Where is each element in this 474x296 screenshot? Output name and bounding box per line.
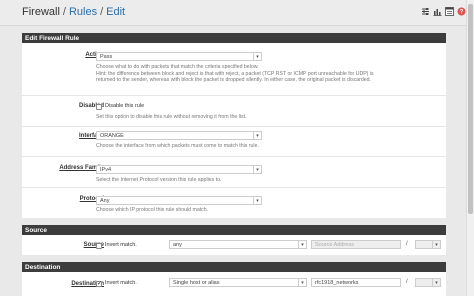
svg-text:?: ? — [460, 10, 464, 16]
breadcrumb-separator: / — [62, 6, 66, 18]
interface-help: Choose the interface from which packets … — [96, 143, 259, 149]
action-help: Choose what to do with packets that matc… — [96, 64, 374, 84]
chevron-down-icon: ▾ — [253, 132, 261, 139]
destination-mask-slash: / — [406, 279, 408, 285]
chevron-down-icon: ▾ — [253, 197, 261, 204]
bar-chart-icon[interactable] — [433, 7, 442, 16]
action-select[interactable]: Pass ▾ — [96, 52, 262, 61]
source-address-input[interactable]: Source Address — [311, 240, 401, 249]
chevron-down-icon: ▾ — [432, 279, 440, 286]
top-bar: Firewall / Rules / Edit ? — [0, 0, 474, 26]
sliders-icon[interactable] — [421, 7, 430, 16]
page-scrollbar[interactable] — [466, 0, 474, 296]
interface-select[interactable]: ORANGE ▾ — [96, 131, 262, 140]
address-family-help: Select the Internet Protocol version thi… — [96, 177, 222, 183]
source-invert-checkbox[interactable] — [96, 243, 102, 249]
breadcrumb-firewall: Firewall — [22, 6, 60, 18]
chevron-down-icon: ▾ — [253, 166, 261, 173]
disable-rule-checkbox[interactable] — [96, 104, 102, 110]
source-address-placeholder: Source Address — [315, 242, 354, 248]
breadcrumb-separator: / — [100, 6, 104, 18]
destination-panel: Destination Invert match. Single host or… — [22, 272, 446, 296]
list-icon[interactable] — [445, 7, 454, 16]
destination-header: Destination — [22, 262, 446, 272]
source-type-select[interactable]: any ▾ — [169, 240, 307, 249]
action-row: Action Pass ▾ Choose what to do with pac… — [22, 43, 446, 95]
chevron-down-icon: ▾ — [432, 241, 440, 248]
action-help-line: returned to the sender, whereas with blo… — [96, 77, 371, 83]
destination-type-value: Single host or alias — [173, 280, 220, 286]
scrollbar-thumb[interactable] — [468, 4, 473, 214]
protocol-help: Choose which IP protocol this rule shoul… — [96, 207, 209, 213]
chevron-down-icon: ▾ — [298, 241, 306, 248]
action-select-value: Pass — [100, 54, 113, 60]
destination-invert-checkbox[interactable] — [96, 280, 102, 287]
edit-firewall-rule-header: Edit Firewall Rule — [22, 33, 446, 43]
address-family-select[interactable]: IPv4 ▾ — [96, 165, 262, 174]
interface-select-value: ORANGE — [100, 133, 124, 139]
chevron-down-icon: ▾ — [253, 53, 261, 60]
help-icon[interactable]: ? — [457, 7, 466, 16]
destination-address-value: rfc1918_networks — [315, 280, 359, 286]
address-family-row: Address Family IPv4 ▾ Select the Interne… — [22, 156, 446, 187]
destination-mask-select[interactable]: ▾ — [415, 278, 441, 287]
source-panel: Source Invert match. any ▾ Source Addres… — [22, 235, 446, 255]
source-invert-label: Invert match. — [105, 242, 137, 248]
destination-type-select[interactable]: Single host or alias ▾ — [169, 278, 307, 287]
disabled-row: Disabled Disable this rule Set this opti… — [22, 95, 446, 126]
destination-address-input[interactable]: rfc1918_networks — [311, 278, 401, 287]
breadcrumb-edit: Edit — [106, 6, 126, 18]
top-icons: ? — [421, 7, 466, 16]
edit-firewall-rule-panel: Action Pass ▾ Choose what to do with pac… — [22, 43, 446, 218]
protocol-row: Protocol Any ▾ Choose which IP protocol … — [22, 187, 446, 218]
chevron-down-icon: ▾ — [298, 279, 306, 286]
breadcrumb: Firewall / Rules / Edit — [22, 6, 125, 18]
destination-invert-label: Invert match. — [105, 280, 137, 286]
protocol-select-value: Any — [100, 198, 110, 204]
source-header: Source — [22, 225, 446, 235]
interface-row: Interface ORANGE ▾ Choose the interface … — [22, 126, 446, 156]
source-type-value: any — [173, 242, 182, 248]
breadcrumb-rules-link[interactable]: Rules — [69, 6, 97, 18]
address-family-select-value: IPv4 — [100, 167, 112, 173]
source-mask-select[interactable]: ▾ — [415, 240, 441, 249]
disable-rule-checkbox-label: Disable this rule — [105, 103, 145, 109]
source-mask-slash: / — [406, 241, 408, 247]
disabled-help: Set this option to disable this rule wit… — [96, 114, 247, 120]
protocol-select[interactable]: Any ▾ — [96, 196, 262, 205]
